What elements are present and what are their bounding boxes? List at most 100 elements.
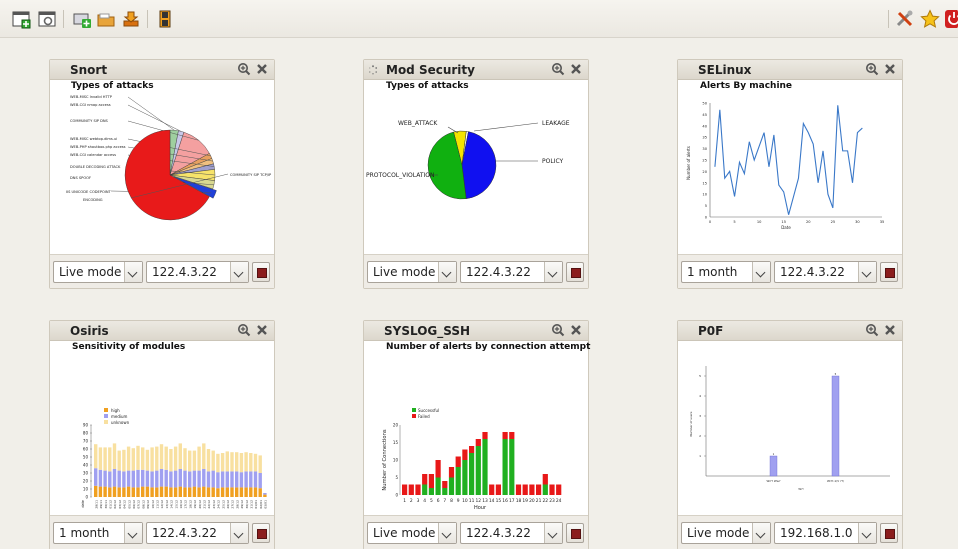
mode-select[interactable]: 1 month <box>53 522 143 544</box>
bar <box>155 470 159 488</box>
close-icon[interactable] <box>255 323 269 337</box>
power-icon[interactable] <box>944 9 958 29</box>
host-value: 122.4.3.22 <box>466 265 531 279</box>
chevron-down-icon[interactable] <box>124 523 142 543</box>
pie-label: WEB-CGI nmap access <box>70 103 111 107</box>
x-tick-label: 18 <box>516 498 522 504</box>
x-tick-label: 14/12 <box>170 500 174 509</box>
add-panel-icon[interactable] <box>72 9 92 29</box>
x-tick-label: 2 <box>410 498 413 504</box>
stop-live-button[interactable] <box>252 262 270 282</box>
host-select[interactable]: 122.4.3.22 <box>460 522 563 544</box>
zoom-in-icon[interactable] <box>551 62 565 76</box>
dashboard-settings-icon[interactable] <box>37 9 57 29</box>
host-select[interactable]: 122.4.3.22 <box>146 261 249 283</box>
x-tick-label: 08/12 <box>141 500 145 509</box>
chevron-down-icon[interactable] <box>752 523 770 543</box>
chart-svg: 05101520SuccessfulFailed1 2 3 4 5 6 7 8 9 10 11 12 1… <box>382 408 562 511</box>
bar <box>183 470 187 488</box>
bar <box>164 469 168 487</box>
chevron-down-icon[interactable] <box>230 523 248 543</box>
stop-live-button[interactable] <box>566 523 584 543</box>
bar <box>211 487 215 497</box>
bar <box>244 471 248 488</box>
panel-header[interactable]: SELinux <box>678 60 902 80</box>
panel-header[interactable]: Mod Security <box>364 60 588 80</box>
close-icon[interactable] <box>255 62 269 76</box>
host-select[interactable]: 122.4.3.22 <box>460 261 563 283</box>
x-tick-label: 05/12 <box>127 500 131 509</box>
close-icon[interactable] <box>569 323 583 337</box>
chevron-down-icon[interactable] <box>544 262 562 282</box>
bar <box>178 443 182 469</box>
bar <box>239 453 244 473</box>
new-dashboard-icon[interactable] <box>11 9 31 29</box>
chevron-down-icon[interactable] <box>438 523 456 543</box>
bar <box>197 487 201 497</box>
x-tick-label: 25/12 <box>221 500 225 509</box>
panel-header[interactable]: SYSLOG_SSH <box>364 321 588 341</box>
stop-live-button[interactable] <box>880 523 898 543</box>
panel-footer: Live mode 122.4.3.22 <box>364 515 588 549</box>
mode-select[interactable]: Live mode <box>53 261 143 283</box>
mode-select[interactable]: 1 month <box>681 261 771 283</box>
host-select[interactable]: 122.4.3.22 <box>146 522 249 544</box>
x-tick-label: 16 <box>502 498 508 504</box>
close-icon[interactable] <box>883 323 897 337</box>
panel-footer: Live mode 192.168.1.0 <box>678 515 902 549</box>
save-icon[interactable] <box>155 9 175 29</box>
bar <box>448 477 455 495</box>
chevron-down-icon[interactable] <box>544 523 562 543</box>
favorite-star-icon[interactable] <box>920 9 940 29</box>
bar <box>435 460 441 478</box>
x-tick-label: 20 <box>806 220 811 224</box>
legend-swatch <box>412 414 416 418</box>
bar <box>202 443 206 469</box>
tools-icon[interactable] <box>895 9 915 29</box>
mode-value: Live mode <box>373 526 436 540</box>
bar <box>502 439 508 495</box>
chevron-down-icon[interactable] <box>858 523 876 543</box>
pie-label: POLICY <box>542 158 564 165</box>
bar <box>249 487 253 497</box>
panel-title: P0F <box>698 324 724 338</box>
bar <box>422 474 428 485</box>
stop-live-button[interactable] <box>880 262 898 282</box>
x-tick-label: 02/12 <box>113 500 117 509</box>
bar-value-label: 1 <box>773 452 775 456</box>
panel-footer: 1 month 122.4.3.22 <box>678 254 902 288</box>
bar <box>263 493 267 495</box>
zoom-in-icon[interactable] <box>865 323 879 337</box>
chevron-down-icon[interactable] <box>438 262 456 282</box>
close-icon[interactable] <box>883 62 897 76</box>
mode-select[interactable]: Live mode <box>367 522 457 544</box>
zoom-in-icon[interactable] <box>237 323 251 337</box>
pie-label: WEB-MISC Invalid HTTP <box>70 95 113 99</box>
chevron-down-icon[interactable] <box>858 262 876 282</box>
panel-header[interactable]: P0F <box>678 321 902 341</box>
panel-header[interactable]: Snort <box>50 60 274 80</box>
zoom-in-icon[interactable] <box>551 323 565 337</box>
stop-live-button[interactable] <box>566 262 584 282</box>
chevron-down-icon[interactable] <box>124 262 142 282</box>
host-select[interactable]: 192.168.1.0 <box>774 522 877 544</box>
download-icon[interactable] <box>121 9 141 29</box>
mode-select[interactable]: Live mode <box>681 522 771 544</box>
panel-snort: Snort Types of attacks WEB-MISC Invalid HT… <box>49 59 275 289</box>
host-select[interactable]: 122.4.3.22 <box>774 261 877 283</box>
bar <box>244 487 248 497</box>
open-folder-icon[interactable] <box>96 9 116 29</box>
chevron-down-icon[interactable] <box>230 262 248 282</box>
zoom-in-icon[interactable] <box>237 62 251 76</box>
zoom-in-icon[interactable] <box>865 62 879 76</box>
mode-select[interactable]: Live mode <box>367 261 457 283</box>
close-icon[interactable] <box>569 62 583 76</box>
mode-value: Live mode <box>373 265 436 279</box>
x-tick-label: 29/11 <box>99 500 103 509</box>
stop-live-button[interactable] <box>252 523 270 543</box>
chart-svg: WEB_ATTACK LEAKAGE POLICY PROTOCOL_VIOLATIO… <box>366 120 570 200</box>
panel-header[interactable]: Osiris <box>50 321 274 341</box>
legend-label: Failed <box>418 414 430 419</box>
bar <box>169 487 173 497</box>
chevron-down-icon[interactable] <box>752 262 770 282</box>
